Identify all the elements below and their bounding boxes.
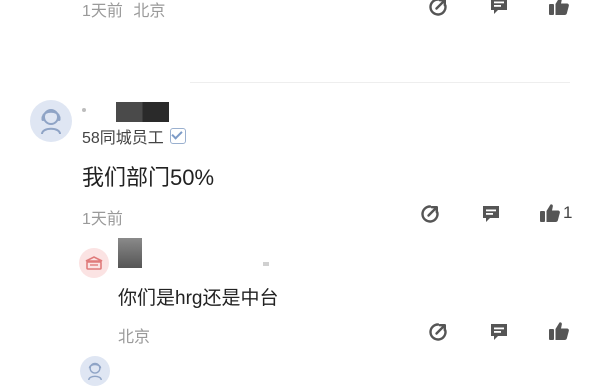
comment-reply-button[interactable] (481, 204, 501, 224)
share-icon (421, 205, 439, 223)
comment-like-button[interactable]: 1 (539, 203, 572, 223)
redacted-username-block (116, 102, 169, 122)
share-icon (429, 323, 447, 341)
top-reply-button[interactable] (489, 0, 509, 16)
top-share-button[interactable] (428, 0, 448, 17)
comment-icon (483, 206, 499, 222)
user-title-text: 58同城员工 (82, 130, 164, 147)
user-avatar-icon (88, 362, 102, 381)
comment-time: 1天前 (82, 211, 123, 228)
user-avatar-icon (85, 256, 103, 270)
top-comment-time: 1天前 (82, 3, 123, 20)
user-avatar-icon (41, 109, 61, 135)
top-comment-meta: 1天前 北京 (82, 0, 165, 21)
top-comment-location: 北京 (133, 3, 166, 20)
top-like-button[interactable] (548, 0, 570, 16)
redacted-reply-username-tail (263, 262, 269, 266)
user-title: 58同城员工 (82, 124, 186, 148)
verified-badge-icon (169, 128, 186, 144)
reply-reply-button[interactable] (489, 322, 509, 342)
reply-share-button[interactable] (428, 322, 448, 342)
comment-share-button[interactable] (420, 204, 440, 224)
comment-icon (491, 0, 507, 14)
reply-text: 你们是hrg还是中台 (118, 288, 279, 309)
reply-avatar[interactable] (79, 248, 109, 278)
next-reply-avatar[interactable] (80, 356, 110, 386)
share-icon (429, 0, 447, 16)
thumbs-up-icon (549, 0, 569, 15)
section-divider (190, 82, 570, 83)
comment-icon (491, 324, 507, 340)
avatar[interactable] (30, 100, 72, 142)
reply-location: 北京 (118, 329, 151, 346)
thumbs-up-icon (540, 204, 560, 222)
reply-like-button[interactable] (548, 321, 570, 341)
thumbs-up-icon (549, 322, 569, 340)
redacted-reply-username (118, 238, 142, 268)
like-count: 1 (563, 203, 573, 222)
redacted-username (82, 108, 86, 112)
comment-text: 我们部门50% (82, 165, 215, 190)
